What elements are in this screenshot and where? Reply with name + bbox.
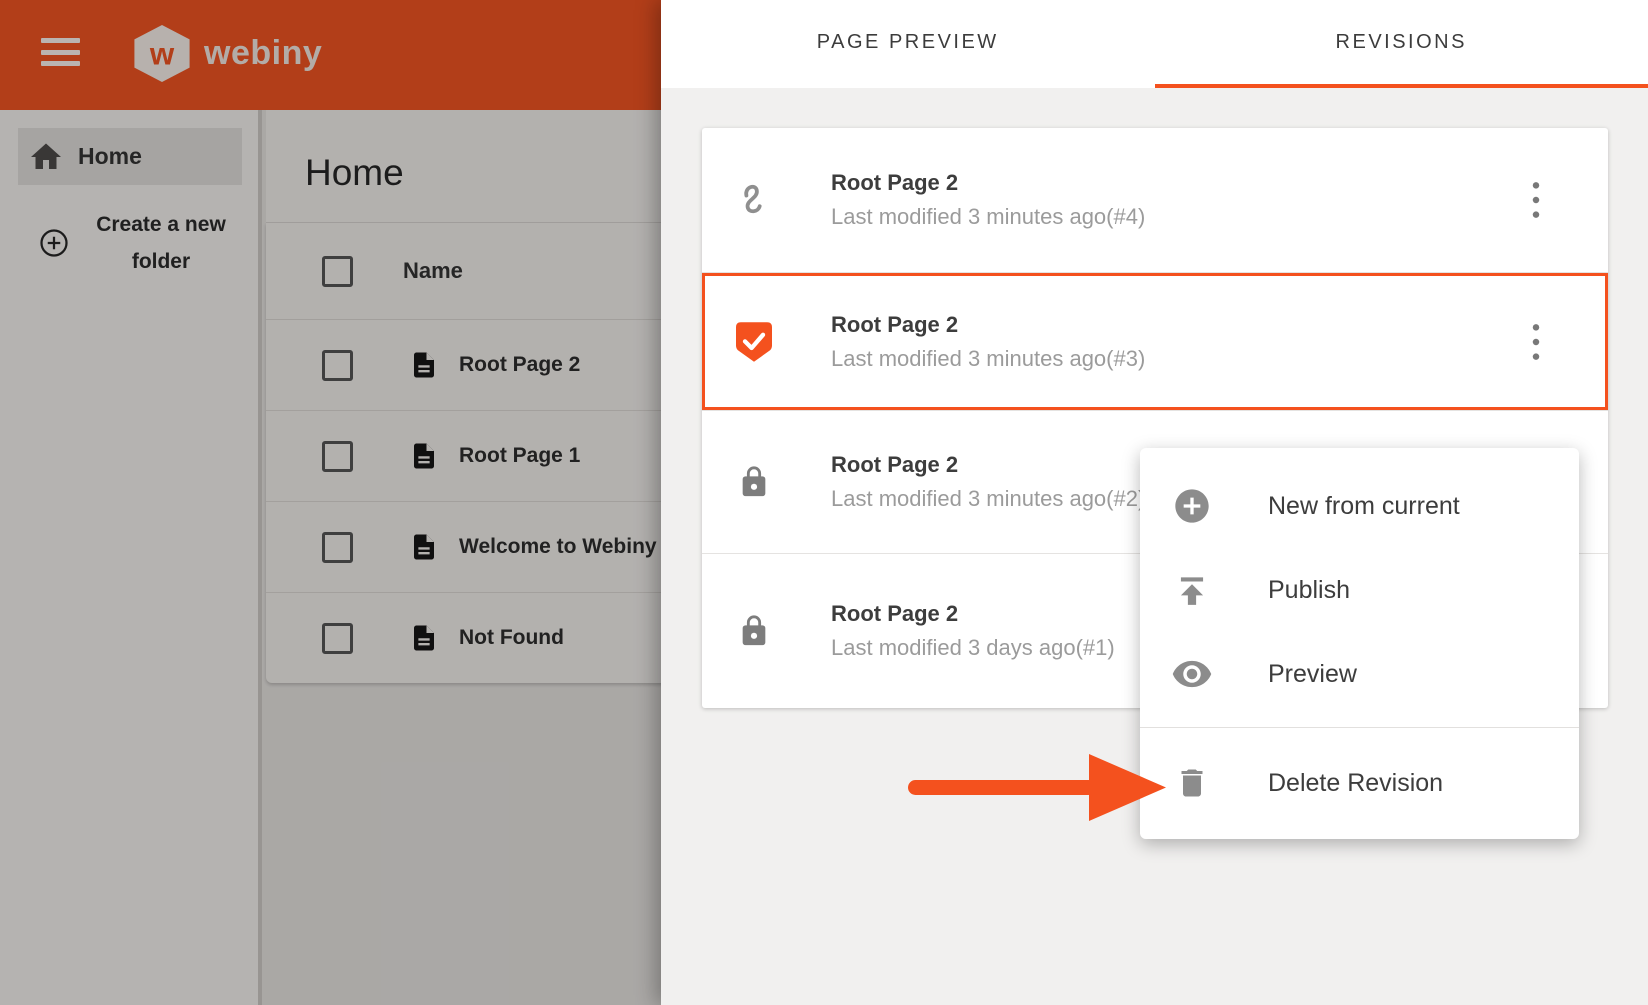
revision-item[interactable]: Root Page 2 Last modified 3 minutes ago(…: [702, 128, 1608, 272]
revision-meta: Last modified 3 days ago(#1): [831, 635, 1115, 661]
menu-item-label: New from current: [1268, 492, 1460, 521]
menu-item-label: Preview: [1268, 660, 1357, 689]
menu-item-delete-revision[interactable]: Delete Revision: [1140, 728, 1579, 838]
eye-icon: [1170, 653, 1214, 695]
revision-text: Root Page 2 Last modified 3 minutes ago(…: [831, 312, 1145, 372]
revisions-drawer: PAGE PREVIEW REVISIONS Root Page 2 Last …: [661, 0, 1648, 1005]
tab-page-preview[interactable]: PAGE PREVIEW: [661, 0, 1155, 88]
published-shield-check-icon: [735, 322, 773, 362]
more-vertical-icon[interactable]: [1520, 318, 1552, 366]
revision-context-menu: New from current Publish Preview: [1140, 448, 1579, 839]
more-vertical-icon[interactable]: [1520, 176, 1552, 224]
add-circle-icon: [1170, 486, 1214, 526]
revision-text: Root Page 2 Last modified 3 minutes ago(…: [831, 170, 1145, 230]
revision-title: Root Page 2: [831, 312, 1145, 338]
menu-item-label: Delete Revision: [1268, 769, 1443, 798]
revision-meta: Last modified 3 minutes ago(#2): [831, 486, 1145, 512]
menu-item-new-from-current[interactable]: New from current: [1140, 464, 1579, 548]
revision-title: Root Page 2: [831, 601, 1115, 627]
revision-text: Root Page 2 Last modified 3 days ago(#1): [831, 601, 1115, 661]
modal-dim-overlay[interactable]: [0, 0, 661, 1005]
publish-icon: [1170, 571, 1214, 609]
revision-title: Root Page 2: [831, 170, 1145, 196]
annotation-arrow-icon: [908, 750, 1168, 831]
revision-item-selected[interactable]: Root Page 2 Last modified 3 minutes ago(…: [702, 272, 1608, 410]
locked-icon: [735, 465, 773, 499]
locked-icon: [735, 614, 773, 648]
menu-item-label: Publish: [1268, 576, 1350, 605]
menu-item-preview[interactable]: Preview: [1140, 632, 1579, 716]
revision-meta: Last modified 3 minutes ago(#3): [831, 346, 1145, 372]
tab-label: REVISIONS: [1336, 31, 1467, 54]
tab-label: PAGE PREVIEW: [817, 31, 999, 54]
revision-meta: Last modified 3 minutes ago(#4): [831, 204, 1145, 230]
webiny-admin-app: w webiny Home Create a new folder: [0, 0, 1648, 1005]
tab-revisions[interactable]: REVISIONS: [1155, 0, 1648, 88]
revision-text: Root Page 2 Last modified 3 minutes ago(…: [831, 452, 1145, 512]
draft-squiggle-icon: [735, 181, 773, 219]
revision-title: Root Page 2: [831, 452, 1145, 478]
drawer-tabbar: PAGE PREVIEW REVISIONS: [661, 0, 1648, 88]
menu-item-publish[interactable]: Publish: [1140, 548, 1579, 632]
trash-icon: [1170, 765, 1214, 801]
left-pane: w webiny Home Create a new folder: [0, 0, 661, 1005]
